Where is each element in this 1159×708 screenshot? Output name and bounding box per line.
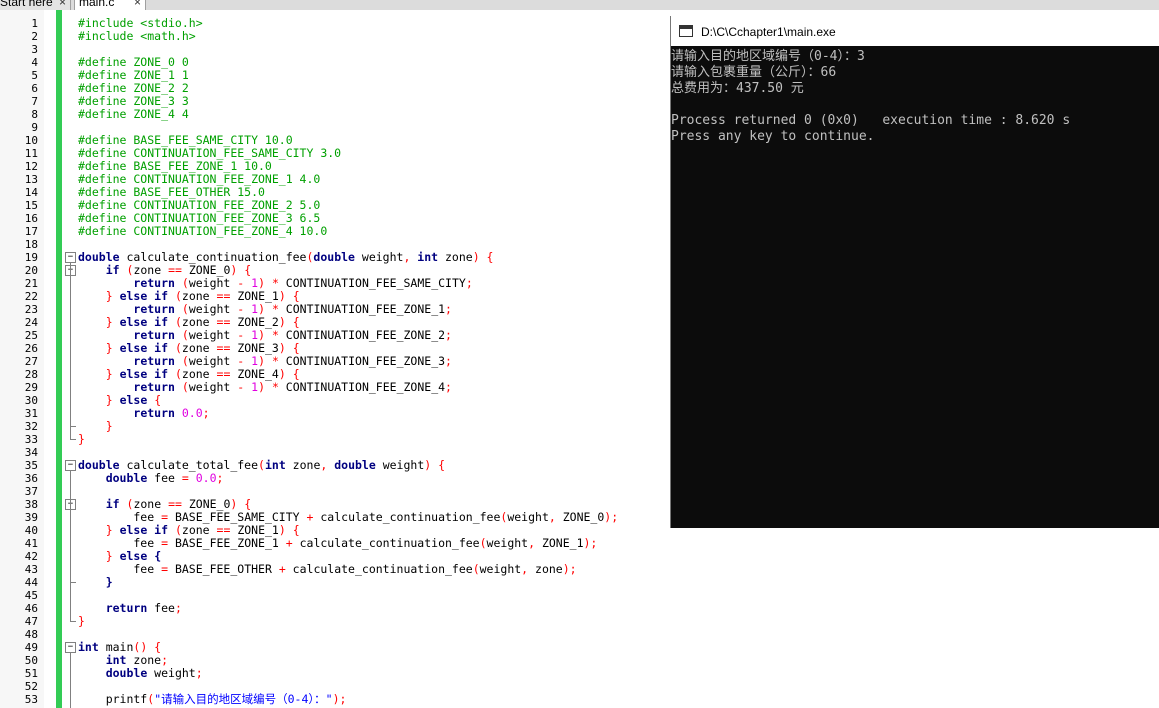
line-number: 8 [31,108,38,121]
line-number: 31 [24,407,38,420]
line-number: 12 [24,160,38,173]
line-number: 5 [31,69,38,82]
line-number: 11 [24,147,38,160]
line-number: 53 [24,693,38,706]
line-number: 52 [24,680,38,693]
fold-guide [70,275,71,426]
line-number: 39 [24,511,38,524]
code-line: 48 [0,628,1159,641]
line-number: 26 [24,342,38,355]
console-title: D:\C\Cchapter1\main.exe [701,25,836,39]
code-text: return fee; [105,601,182,615]
console-output: 请输入目的地区域编号（0-4）：3 请输入包裹重量（公斤）：66 总费用为：437.… [671,49,1159,145]
console-app-icon [679,25,693,37]
console-line: 请输入目的地区域编号（0-4）：3 [671,49,865,64]
fold-guide [70,652,71,708]
line-number: 17 [24,225,38,238]
line-number: 22 [24,290,38,303]
line-number: 28 [24,368,38,381]
line-number: 46 [24,602,38,615]
line-number: 42 [24,550,38,563]
line-number: 20 [24,264,38,277]
console-title-bar[interactable]: D:\C\Cchapter1\main.exe [671,16,1159,46]
code-line: 43 fee = BASE_FEE_OTHER + calculate_cont… [0,562,1159,577]
code-text: #include <math.h> [78,29,196,43]
line-number: 30 [24,394,38,407]
code-text: } [78,432,85,446]
console-line: 请输入包裹重量（公斤）：66 [671,65,837,80]
tab-label: Start here [0,0,53,9]
line-number: 19 [24,251,38,264]
line-number: 29 [24,381,38,394]
console-line: 总费用为：437.50 元 [671,81,804,96]
line-number: 48 [24,628,38,641]
tab-bar: Start here × main.c × [0,0,1159,10]
line-number: 47 [24,615,38,628]
console-line: Process returned 0 (0x0) execution time … [671,113,1071,128]
line-number: 3 [31,43,38,56]
line-number: 44 [24,576,38,589]
line-number: 6 [31,82,38,95]
line-number: 9 [31,121,38,134]
line-number: 38 [24,498,38,511]
line-number: 32 [24,420,38,433]
line-number: 14 [24,186,38,199]
line-number: 7 [31,95,38,108]
line-number: 10 [24,134,38,147]
fold-end-marker [70,582,76,583]
line-number: 50 [24,654,38,667]
close-icon[interactable]: × [134,0,141,9]
line-number: 15 [24,199,38,212]
line-number: 51 [24,667,38,680]
line-number: 24 [24,316,38,329]
code-line: 46 return fee; [0,601,1159,616]
code-text: fee = BASE_FEE_OTHER + calculate_continu… [78,562,577,576]
fold-end-marker [70,621,76,622]
code-line: 51 double weight; [0,666,1159,681]
line-number: 43 [24,563,38,576]
fold-end-marker [70,426,76,427]
line-number: 4 [31,56,38,69]
code-line: 49− int main() { [0,641,1159,655]
line-number: 25 [24,329,38,342]
line-number: 41 [24,537,38,550]
fold-guide [70,509,71,582]
line-number: 2 [31,30,38,43]
code-line: 47} [0,614,1159,629]
line-number: 35 [24,459,38,472]
code-text: } [78,614,85,628]
line-number: 13 [24,173,38,186]
tab-label: main.c [79,0,115,9]
console-window[interactable]: D:\C\Cchapter1\main.exe 请输入目的地区域编号（0-4）：… [670,16,1159,528]
tab-main-c[interactable]: main.c × [74,0,146,10]
line-number: 21 [24,277,38,290]
code-line: 44 } [0,575,1159,590]
close-icon[interactable]: × [59,0,66,9]
line-number: 36 [24,472,38,485]
line-number: 27 [24,355,38,368]
code-text: #define ZONE_4 4 [78,107,189,121]
code-text: printf("请输入目的地区域编号（0-4）："); [78,692,347,706]
code-line: 53 printf("请输入目的地区域编号（0-4）："); [0,692,1159,707]
code-text: } [105,575,113,589]
console-line: Press any key to continue. [671,129,875,144]
code-line: 41 fee = BASE_FEE_ZONE_1 + calculate_con… [0,537,1159,551]
code-text: #define CONTINUATION_FEE_ZONE_4 10.0 [78,224,328,238]
line-number: 33 [24,433,38,446]
fold-end-marker [70,439,76,440]
line-number: 23 [24,303,38,316]
code-text: double fee = 0.0; [105,471,224,485]
line-number: 18 [24,238,38,251]
line-number: 45 [24,589,38,602]
line-number: 37 [24,485,38,498]
line-number: 49 [24,641,38,654]
code-text: double weight; [105,666,203,680]
line-number: 34 [24,446,38,459]
tab-start-here[interactable]: Start here × [0,0,71,10]
line-number: 16 [24,212,38,225]
line-number: 40 [24,524,38,537]
line-number: 1 [31,17,38,30]
